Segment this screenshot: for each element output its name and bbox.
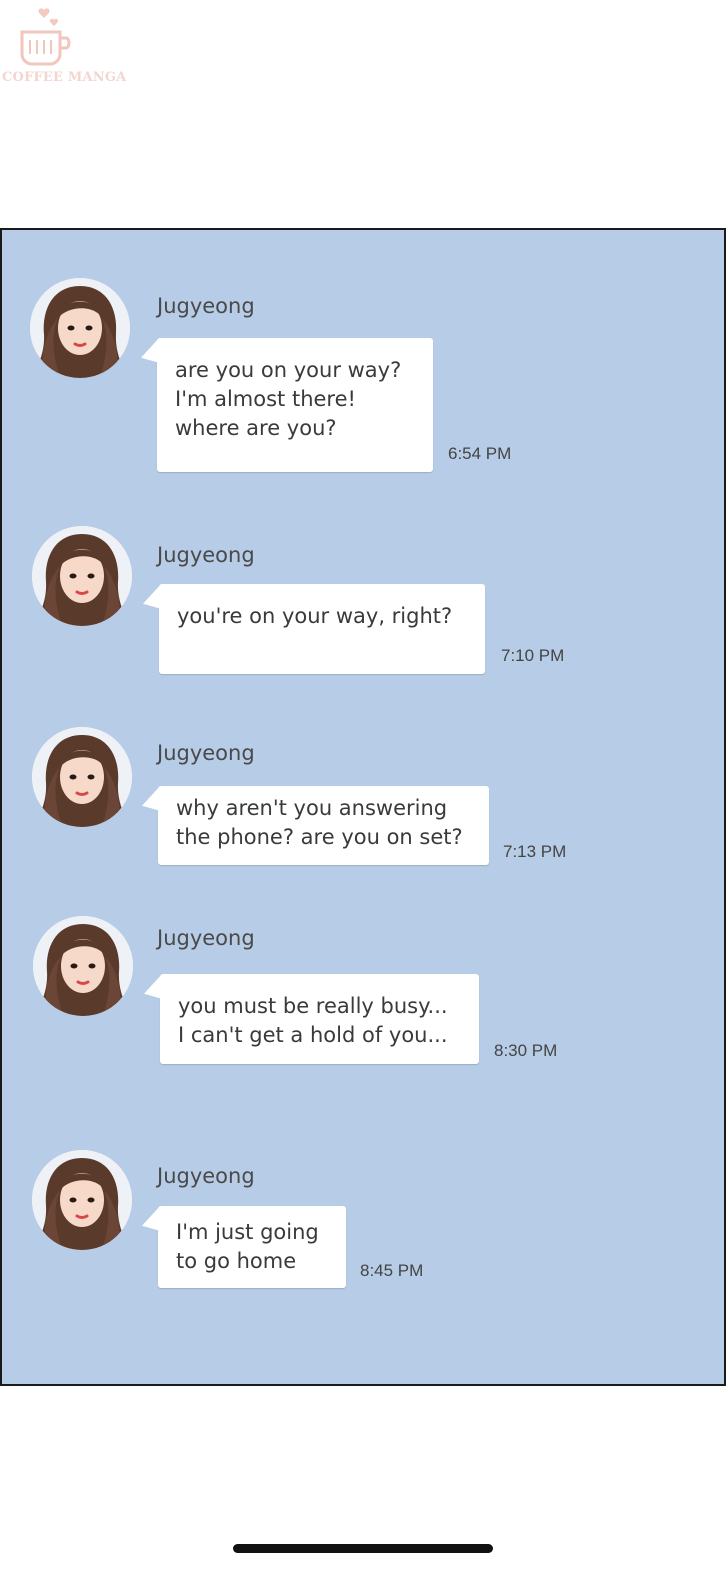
message-text: you must be really busy... <box>178 994 448 1018</box>
avatar-jugyeong-icon <box>30 278 130 378</box>
message-text: why aren't you answering <box>176 796 448 820</box>
message-text: I'm just going <box>176 1220 319 1244</box>
avatar[interactable] <box>32 526 132 626</box>
message-bubble[interactable]: you must be really busy... I can't get a… <box>160 974 479 1064</box>
coffee-cup-logo-icon <box>20 8 71 66</box>
page: COFFEE MANGA Jugyeong are you on your wa… <box>0 0 728 1575</box>
message-text: I can't get a hold of you... <box>178 1023 448 1047</box>
avatar[interactable] <box>30 278 130 378</box>
avatar-jugyeong-icon <box>33 916 133 1016</box>
message-text: where are you? <box>175 416 337 440</box>
sender-name: Jugyeong <box>157 294 255 318</box>
message-bubble[interactable]: why aren't you answering the phone? are … <box>158 786 489 865</box>
watermark-logo: COFFEE MANGA <box>0 0 127 92</box>
message-timestamp: 7:13 PM <box>503 842 567 861</box>
message-bubble[interactable]: you're on your way, right? <box>159 584 485 674</box>
avatar-jugyeong-icon <box>32 727 132 827</box>
message-text: are you on your way? <box>175 358 402 382</box>
avatar[interactable] <box>33 916 133 1016</box>
message-text: you're on your way, right? <box>177 604 453 628</box>
message-timestamp: 6:54 PM <box>448 444 512 463</box>
message-text: to go home <box>176 1249 297 1273</box>
watermark-text: COFFEE MANGA <box>2 70 127 85</box>
sender-name: Jugyeong <box>157 741 255 765</box>
message-timestamp: 8:45 PM <box>360 1261 424 1280</box>
message-timestamp: 8:30 PM <box>494 1041 558 1060</box>
sender-name: Jugyeong <box>157 926 255 950</box>
message-bubble[interactable]: are you on your way? I'm almost there! w… <box>157 338 433 472</box>
avatar-jugyeong-icon <box>32 526 132 626</box>
message-bubble[interactable]: I'm just going to go home <box>158 1206 346 1288</box>
avatar[interactable] <box>32 727 132 827</box>
sender-name: Jugyeong <box>157 1164 255 1188</box>
avatar-jugyeong-icon <box>32 1150 132 1250</box>
chat-panel: Jugyeong are you on your way? I'm almost… <box>0 228 726 1386</box>
home-indicator[interactable] <box>233 1544 493 1553</box>
message-text: the phone? are you on set? <box>176 825 463 849</box>
message-timestamp: 7:10 PM <box>501 646 565 665</box>
message-text: I'm almost there! <box>175 387 356 411</box>
sender-name: Jugyeong <box>157 543 255 567</box>
avatar[interactable] <box>32 1150 132 1250</box>
